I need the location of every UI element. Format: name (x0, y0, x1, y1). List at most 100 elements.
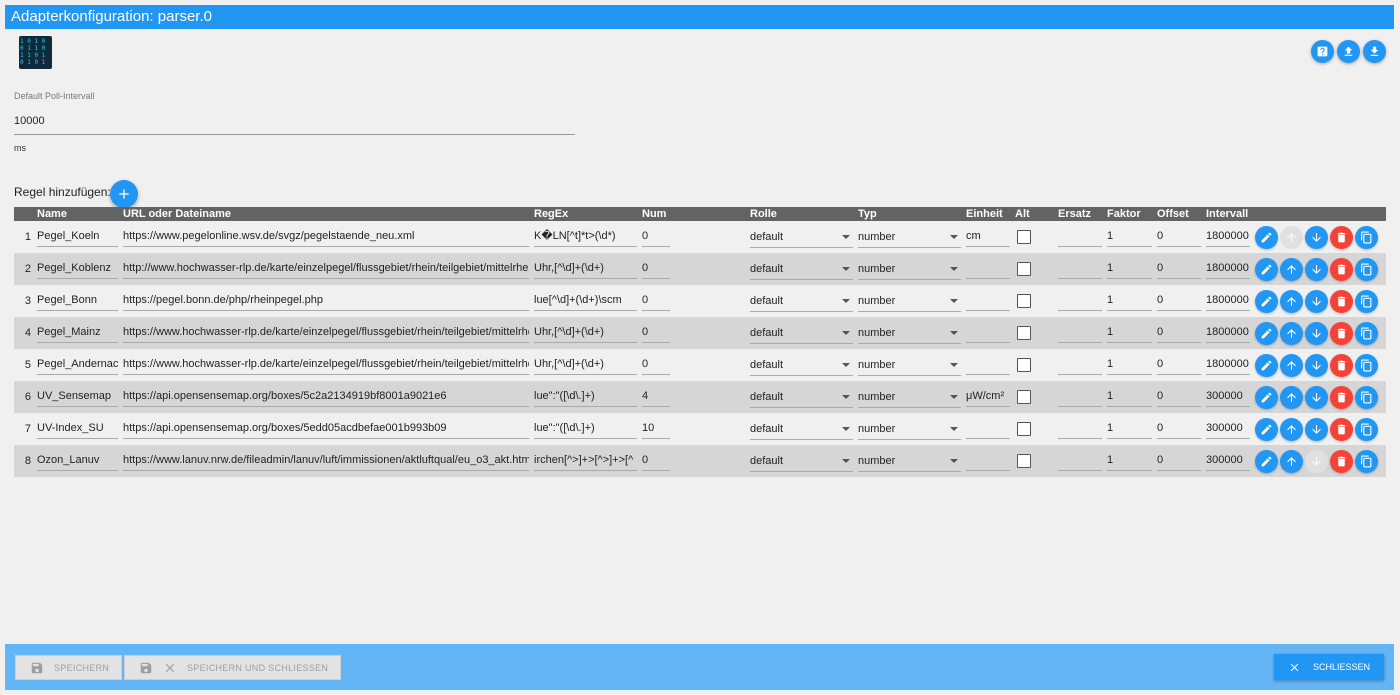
regex-field[interactable]: K�LN[^t]*t>(\d*) (534, 227, 637, 247)
old-checkbox[interactable] (1017, 326, 1031, 340)
type-select[interactable]: number (858, 355, 961, 376)
regex-field[interactable]: Uhr,[^\d]+(\d+) (534, 259, 637, 279)
unit-field[interactable] (966, 323, 1010, 343)
save-and-close-button[interactable]: SPEICHERN UND SCHLIESSEN (124, 655, 341, 680)
substitute-field[interactable] (1058, 227, 1102, 247)
move-up-button[interactable] (1280, 449, 1303, 473)
regex-field[interactable]: lue":"([\d\.]+) (534, 419, 637, 439)
move-down-button[interactable] (1305, 289, 1328, 313)
factor-field[interactable]: 1 (1107, 259, 1152, 279)
role-select[interactable]: default (750, 451, 853, 472)
substitute-field[interactable] (1058, 259, 1102, 279)
upload-button[interactable] (1337, 40, 1360, 63)
copy-button[interactable] (1355, 257, 1378, 281)
move-up-button[interactable] (1280, 417, 1303, 441)
delete-button[interactable] (1330, 225, 1353, 249)
offset-field[interactable]: 0 (1157, 355, 1201, 375)
old-checkbox[interactable] (1017, 422, 1031, 436)
substitute-field[interactable] (1058, 387, 1102, 407)
delete-button[interactable] (1330, 449, 1353, 473)
regex-field[interactable]: Uhr,[^\d]+(\d+) (534, 323, 637, 343)
old-checkbox[interactable] (1017, 390, 1031, 404)
role-select[interactable]: default (750, 227, 853, 248)
old-checkbox[interactable] (1017, 230, 1031, 244)
edit-button[interactable] (1255, 353, 1278, 377)
type-select[interactable]: number (858, 451, 961, 472)
name-field[interactable]: Pegel_Bonn (37, 291, 118, 311)
move-down-button[interactable] (1305, 225, 1328, 249)
unit-field[interactable]: cm (966, 227, 1010, 247)
offset-field[interactable]: 0 (1157, 291, 1201, 311)
role-select[interactable]: default (750, 355, 853, 376)
factor-field[interactable]: 1 (1107, 323, 1152, 343)
move-down-button[interactable] (1305, 257, 1328, 281)
name-field[interactable]: Ozon_Lanuv (37, 451, 118, 471)
move-up-button[interactable] (1280, 321, 1303, 345)
move-up-button[interactable] (1280, 353, 1303, 377)
type-select[interactable]: number (858, 259, 961, 280)
copy-button[interactable] (1355, 321, 1378, 345)
url-field[interactable]: https://www.pegelonline.wsv.de/svgz/pege… (123, 227, 529, 247)
num-field[interactable]: 0 (642, 259, 670, 279)
unit-field[interactable] (966, 291, 1010, 311)
edit-button[interactable] (1255, 225, 1278, 249)
close-button[interactable]: SCHLIESSEN (1274, 654, 1384, 680)
delete-button[interactable] (1330, 321, 1353, 345)
poll-interval-input[interactable] (14, 108, 575, 135)
copy-button[interactable] (1355, 449, 1378, 473)
edit-button[interactable] (1255, 257, 1278, 281)
name-field[interactable]: Pegel_Mainz (37, 323, 118, 343)
regex-field[interactable]: Uhr,[^\d]+(\d+) (534, 355, 637, 375)
edit-button[interactable] (1255, 321, 1278, 345)
url-field[interactable]: https://www.hochwasser-rlp.de/karte/einz… (123, 323, 529, 343)
delete-button[interactable] (1330, 353, 1353, 377)
url-field[interactable]: https://api.opensensemap.org/boxes/5c2a2… (123, 387, 529, 407)
name-field[interactable]: Pegel_Koeln (37, 227, 118, 247)
num-field[interactable]: 0 (642, 355, 670, 375)
interval-field[interactable]: 1800000 (1206, 323, 1250, 343)
offset-field[interactable]: 0 (1157, 323, 1201, 343)
type-select[interactable]: number (858, 227, 961, 248)
copy-button[interactable] (1355, 353, 1378, 377)
interval-field[interactable]: 1800000 (1206, 355, 1250, 375)
url-field[interactable]: http://www.hochwasser-rlp.de/karte/einze… (123, 259, 529, 279)
factor-field[interactable]: 1 (1107, 355, 1152, 375)
regex-field[interactable]: lue":"([\d\.]+) (534, 387, 637, 407)
offset-field[interactable]: 0 (1157, 387, 1201, 407)
delete-button[interactable] (1330, 257, 1353, 281)
old-checkbox[interactable] (1017, 262, 1031, 276)
offset-field[interactable]: 0 (1157, 419, 1201, 439)
interval-field[interactable]: 300000 (1206, 419, 1250, 439)
delete-button[interactable] (1330, 289, 1353, 313)
regex-field[interactable]: irchen[^>]+>[^>]+>[^ (534, 451, 637, 471)
edit-button[interactable] (1255, 289, 1278, 313)
move-down-button[interactable] (1305, 321, 1328, 345)
offset-field[interactable]: 0 (1157, 451, 1201, 471)
delete-button[interactable] (1330, 385, 1353, 409)
substitute-field[interactable] (1058, 323, 1102, 343)
name-field[interactable]: Pegel_Koblenz (37, 259, 118, 279)
help-button[interactable] (1311, 40, 1334, 63)
move-down-button[interactable] (1305, 385, 1328, 409)
type-select[interactable]: number (858, 419, 961, 440)
num-field[interactable]: 0 (642, 451, 670, 471)
copy-button[interactable] (1355, 225, 1378, 249)
num-field[interactable]: 10 (642, 419, 670, 439)
old-checkbox[interactable] (1017, 358, 1031, 372)
substitute-field[interactable] (1058, 419, 1102, 439)
move-up-button[interactable] (1280, 289, 1303, 313)
unit-field[interactable] (966, 259, 1010, 279)
num-field[interactable]: 0 (642, 323, 670, 343)
factor-field[interactable]: 1 (1107, 387, 1152, 407)
download-button[interactable] (1363, 40, 1386, 63)
old-checkbox[interactable] (1017, 454, 1031, 468)
url-field[interactable]: https://pegel.bonn.de/php/rheinpegel.php (123, 291, 529, 311)
substitute-field[interactable] (1058, 355, 1102, 375)
edit-button[interactable] (1255, 385, 1278, 409)
role-select[interactable]: default (750, 259, 853, 280)
factor-field[interactable]: 1 (1107, 291, 1152, 311)
regex-field[interactable]: lue[^\d]+(\d+)\scm (534, 291, 637, 311)
copy-button[interactable] (1355, 417, 1378, 441)
substitute-field[interactable] (1058, 291, 1102, 311)
interval-field[interactable]: 1800000 (1206, 259, 1250, 279)
